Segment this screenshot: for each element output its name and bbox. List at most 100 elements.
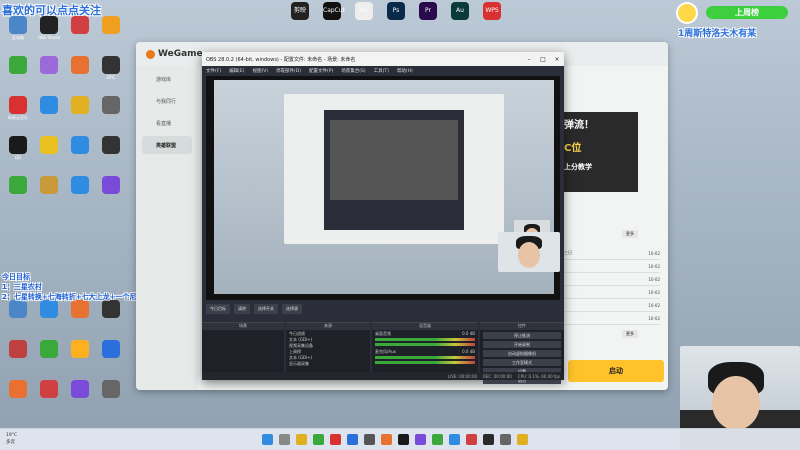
desktop-icon[interactable]: [95, 176, 127, 210]
desktop-icon[interactable]: 网易云音乐: [2, 96, 34, 130]
desktop-icon[interactable]: [33, 380, 65, 414]
obs-menu-item[interactable]: 编辑(E): [229, 68, 244, 74]
sidebar-item-library[interactable]: 游戏库: [142, 70, 192, 88]
promo-banner[interactable]: 弹流！ C位 上分教学: [560, 112, 638, 192]
desktop-icon[interactable]: [33, 176, 65, 210]
more-button-1[interactable]: 更多: [622, 230, 638, 238]
desktop-icon[interactable]: [2, 380, 34, 414]
desktop-icon[interactable]: [95, 136, 127, 170]
top-desktop-icon[interactable]: WPS: [476, 2, 508, 36]
desktop-icon[interactable]: [2, 300, 34, 334]
desktop-icon[interactable]: [64, 300, 96, 334]
weather-desc: 多云: [6, 440, 15, 445]
desktop-icon[interactable]: QQ: [2, 136, 34, 170]
mixer-meter-2b[interactable]: [375, 361, 475, 364]
top-desktop-icon[interactable]: Pr: [412, 2, 444, 36]
obs-titlebar[interactable]: OBS 28.0.2 (64-bit, windows) - 配置文件: 未命名…: [202, 52, 564, 66]
desktop-icon[interactable]: [64, 96, 96, 130]
desktop-icon[interactable]: [33, 96, 65, 130]
obs-menu-item[interactable]: 配置文件(P): [309, 68, 333, 74]
desktop-icon[interactable]: [64, 136, 96, 170]
news-row[interactable]: 10-02: [560, 312, 660, 325]
desktop-icon[interactable]: [95, 340, 127, 374]
sidebar-item-lol[interactable]: 英雄联盟: [142, 136, 192, 154]
taskbar-app-icon[interactable]: [296, 434, 307, 445]
taskbar-app-icon[interactable]: [313, 434, 324, 445]
tab-select-switch[interactable]: 选择开关: [254, 304, 278, 314]
source-item[interactable]: 显示器采集: [286, 360, 370, 366]
news-row[interactable]: 10-02: [560, 286, 660, 299]
desktop-icon[interactable]: [64, 56, 96, 90]
mixer-meter-1[interactable]: [375, 338, 475, 341]
taskbar-app-icon[interactable]: [449, 434, 460, 445]
app-icon: [9, 340, 27, 358]
desktop-icon[interactable]: [64, 340, 96, 374]
desktop-icon[interactable]: [33, 300, 65, 334]
obs-menu-item[interactable]: 停靠部件(D): [276, 68, 301, 74]
top-desktop-icon[interactable]: 剪映: [284, 2, 316, 36]
taskbar-app-icon[interactable]: [330, 434, 341, 445]
app-icon: [71, 136, 89, 154]
desktop-icon[interactable]: [95, 300, 127, 334]
desktop-icon[interactable]: [2, 176, 34, 210]
desktop-icon[interactable]: [95, 380, 127, 414]
taskbar-app-icon[interactable]: [381, 434, 392, 445]
mixer-meter-2[interactable]: [375, 356, 475, 359]
obs-menu-item[interactable]: 场景集合(S): [341, 68, 365, 74]
desktop-icon[interactable]: EPIC: [95, 56, 127, 90]
control-button[interactable]: 启动虚拟摄像机: [483, 350, 561, 357]
control-button[interactable]: 开始录制: [483, 341, 561, 348]
close-icon[interactable]: ×: [550, 56, 564, 63]
taskbar-app-icon[interactable]: [483, 434, 494, 445]
top-desktop-icon[interactable]: Ps: [380, 2, 412, 36]
sidebar-item-live[interactable]: 看直播: [142, 114, 192, 132]
news-row[interactable]: 10-02: [560, 260, 660, 273]
maximize-icon[interactable]: □: [536, 56, 550, 63]
mixer-meter-1b[interactable]: [375, 343, 475, 346]
taskbar-app-icon[interactable]: [364, 434, 375, 445]
news-row[interactable]: 10-02: [560, 273, 660, 286]
obs-window[interactable]: OBS 28.0.2 (64-bit, windows) - 配置文件: 未命名…: [202, 52, 564, 384]
taskbar-app-icon[interactable]: [347, 434, 358, 445]
weather-widget[interactable]: 19°C 多云: [6, 432, 17, 446]
taskbar-app-icon[interactable]: [500, 434, 511, 445]
desktop-icon[interactable]: OBS Studio: [33, 16, 65, 50]
top-desktop-icon[interactable]: Arc: [348, 2, 380, 36]
obs-menu-item[interactable]: 视图(V): [252, 68, 268, 74]
top-desktop-icon[interactable]: Au: [444, 2, 476, 36]
more-button-2[interactable]: 更多: [622, 330, 638, 338]
news-row[interactable]: 10-02: [560, 299, 660, 312]
taskbar-app-icon[interactable]: [466, 434, 477, 445]
desktop-icon[interactable]: [2, 56, 34, 90]
taskbar-app-icon[interactable]: [415, 434, 426, 445]
desktop-icon[interactable]: [95, 16, 127, 50]
desktop-icon[interactable]: [95, 96, 127, 130]
obs-menu-item[interactable]: 文件(F): [206, 68, 221, 74]
taskbar-app-icon[interactable]: [398, 434, 409, 445]
desktop-icon[interactable]: [33, 56, 65, 90]
app-icon: [40, 380, 58, 398]
taskbar-app-icon[interactable]: [432, 434, 443, 445]
desktop-icon[interactable]: [64, 380, 96, 414]
sidebar-item-friends[interactable]: 与我同行: [142, 92, 192, 110]
taskbar-app-icon[interactable]: [279, 434, 290, 445]
desktop-icon[interactable]: [33, 340, 65, 374]
launch-button[interactable]: 启动: [568, 360, 664, 382]
obs-menu-item[interactable]: 工具(T): [374, 68, 389, 74]
obs-menu-item[interactable]: 帮助(H): [397, 68, 413, 74]
tab-select-source[interactable]: 选择源: [282, 304, 302, 314]
desktop-icon[interactable]: [64, 176, 96, 210]
news-row[interactable]: 第三日 10-02: [560, 247, 660, 260]
taskbar-app-icon[interactable]: [262, 434, 273, 445]
desktop-icon[interactable]: 此电脑: [2, 16, 34, 50]
desktop-icon[interactable]: [33, 136, 65, 170]
minimize-icon[interactable]: –: [522, 56, 536, 63]
top-desktop-icon[interactable]: CapCut: [316, 2, 348, 36]
desktop-icon[interactable]: [2, 340, 34, 374]
taskbar-app-icon[interactable]: [517, 434, 528, 445]
tab-today-goal[interactable]: 今日目标: [206, 304, 230, 314]
control-button[interactable]: 停止推流: [483, 332, 561, 339]
desktop-icon[interactable]: [64, 16, 96, 50]
tab-clear[interactable]: 清除: [234, 304, 250, 314]
control-button[interactable]: 工作室模式: [483, 359, 561, 366]
